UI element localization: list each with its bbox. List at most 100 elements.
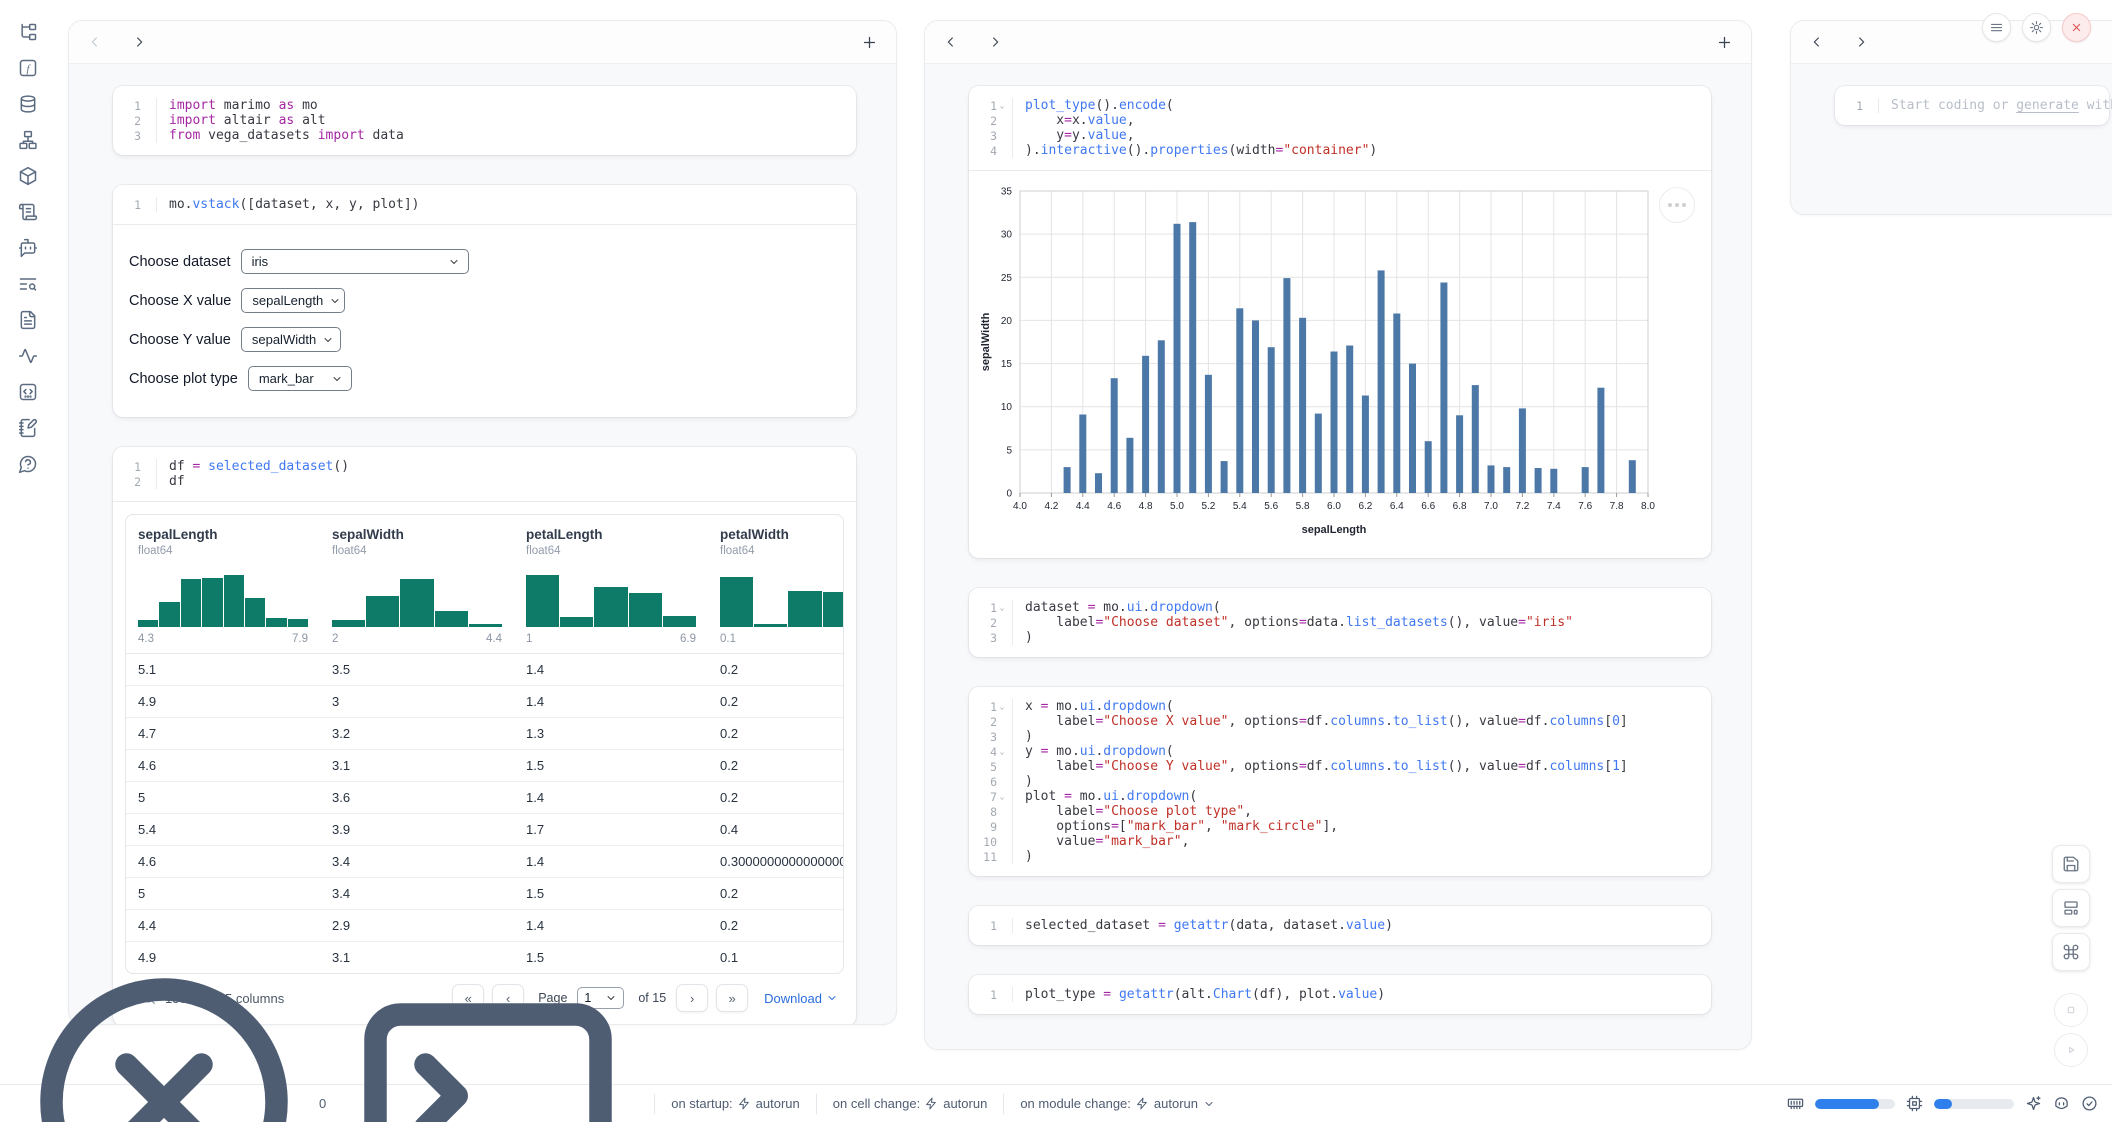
svg-text:sepalLength: sepalLength	[1302, 524, 1367, 536]
next-page-button[interactable]: ›	[676, 984, 708, 1012]
sidebar-item-help-circle[interactable]	[18, 454, 38, 474]
sidebar-item-activity[interactable]	[18, 346, 38, 366]
code-editor[interactable]: 1⌄dataset = mo.ui.dropdown(2 label="Choo…	[969, 588, 1711, 657]
package-icon	[18, 173, 38, 190]
panel-layout-icon	[2062, 899, 2080, 917]
sidebar-item-bot[interactable]	[18, 238, 38, 258]
dropdown-label: Choose Y value	[129, 332, 231, 348]
dropdown-select[interactable]: sepalLength	[241, 288, 345, 313]
ai-sparkles-icon[interactable]	[2025, 1095, 2042, 1112]
svg-text:5: 5	[1006, 445, 1012, 456]
stop-icon	[2063, 1002, 2079, 1018]
page-count: of 15	[638, 991, 666, 1005]
settings-button[interactable]	[2022, 13, 2051, 42]
fold-chevron-icon[interactable]: ⌄	[997, 792, 1007, 801]
line-gutter: 1	[1835, 98, 1879, 113]
svg-text:6.8: 6.8	[1453, 501, 1467, 512]
column-histogram	[138, 571, 308, 627]
chevron-down-icon	[1203, 1098, 1215, 1110]
add-cell-button[interactable]	[1716, 34, 1733, 51]
chart-menu-button[interactable]	[1659, 187, 1695, 223]
sidebar-item-file-text[interactable]	[18, 310, 38, 330]
table-cell: 5	[126, 878, 320, 910]
code-editor[interactable]: 1 Start coding or generate with AI	[1835, 86, 2109, 125]
code-editor[interactable]: 1⌄x = mo.ui.dropdown(2 label="Choose X v…	[969, 687, 1711, 876]
code-editor[interactable]: 1import marimo as mo2import altair as al…	[113, 86, 856, 155]
copilot-icon[interactable]	[2053, 1095, 2070, 1112]
table-cell: 0.2	[708, 910, 844, 942]
stop-button[interactable]	[2054, 993, 2088, 1027]
code-line: 2 label="Choose dataset", options=data.l…	[969, 615, 1711, 630]
cell-output: 051015202530354.04.24.44.64.85.05.25.45.…	[969, 170, 1711, 558]
fold-chevron-icon[interactable]: ⌄	[997, 603, 1007, 612]
code-line: 2 label="Choose X value", options=df.col…	[969, 714, 1711, 729]
code-editor[interactable]: 1plot_type = getattr(alt.Chart(df), plot…	[969, 975, 1711, 1014]
menu-button[interactable]	[1982, 13, 2011, 42]
table-cell: 3	[320, 686, 514, 718]
bar-chart[interactable]: 051015202530354.04.24.44.64.85.05.25.45.…	[969, 175, 1713, 547]
runtime-config-on-module-change[interactable]: on module change:autorun	[1020, 1096, 1215, 1111]
add-cell-button[interactable]	[861, 34, 878, 51]
code-line: 1⌄x = mo.ui.dropdown(	[969, 699, 1711, 714]
save-button[interactable]	[2052, 845, 2090, 883]
fold-chevron-icon[interactable]: ⌄	[997, 702, 1007, 711]
line-gutter: 4⌄	[969, 744, 1013, 759]
activity-icon	[18, 353, 38, 370]
code-editor[interactable]: 1mo.vstack([dataset, x, y, plot])	[113, 185, 856, 224]
download-button[interactable]: Download	[764, 991, 838, 1006]
sidebar-item-text-search[interactable]	[18, 274, 38, 294]
snippets-icon	[18, 389, 38, 406]
sidebar-item-function-square[interactable]: f	[18, 58, 38, 78]
generate-link[interactable]: generate	[2016, 98, 2079, 113]
notebook-column-1: 1import marimo as mo2import altair as al…	[68, 20, 897, 1025]
last-page-button[interactable]: »	[716, 984, 748, 1012]
chevron-right-icon[interactable]	[1853, 34, 1869, 50]
chevron-left-icon[interactable]	[943, 34, 959, 50]
dropdown-select[interactable]: mark_bar	[248, 366, 352, 391]
check-circle-icon[interactable]	[2081, 1095, 2098, 1112]
svg-text:4.2: 4.2	[1044, 501, 1058, 512]
run-button[interactable]	[2054, 1033, 2088, 1067]
chevron-right-icon[interactable]	[131, 34, 147, 50]
line-gutter: 2	[969, 615, 1013, 630]
runtime-config-on-cell-change[interactable]: on cell change:autorun	[833, 1096, 988, 1111]
svg-text:5.2: 5.2	[1201, 501, 1215, 512]
panel-layout-button[interactable]	[2052, 889, 2090, 927]
fold-chevron-icon[interactable]: ⌄	[997, 101, 1007, 110]
error-indicator[interactable]: 0	[14, 952, 326, 1122]
table-row: 4.931.40.2setosa	[126, 686, 844, 718]
sidebar-item-package[interactable]	[18, 166, 38, 186]
table-cell: 3.5	[320, 654, 514, 686]
sidebar-item-database[interactable]	[18, 94, 38, 114]
zap-icon	[925, 1097, 938, 1110]
table-cell: 2.9	[320, 910, 514, 942]
sidebar-item-snippets[interactable]	[18, 382, 38, 402]
code-line: 11)	[969, 849, 1711, 864]
fold-chevron-icon[interactable]: ⌄	[997, 747, 1007, 756]
column-type: float64	[526, 545, 696, 557]
code-line: 10 value="mark_bar",	[969, 834, 1711, 849]
svg-text:4.4: 4.4	[1076, 501, 1090, 512]
command-button[interactable]	[2052, 933, 2090, 971]
chevron-left-icon[interactable]	[1809, 34, 1825, 50]
sidebar-item-workflow[interactable]	[18, 130, 38, 150]
svg-text:5.8: 5.8	[1296, 501, 1310, 512]
sidebar-item-scroll-text[interactable]	[18, 202, 38, 222]
runtime-config-on-startup[interactable]: on startup:autorun	[671, 1096, 800, 1111]
config-label: on module change:	[1020, 1096, 1131, 1111]
dropdown-select[interactable]: sepalWidth	[241, 327, 341, 352]
settings-icon	[2029, 20, 2044, 35]
code-editor[interactable]: 1df = selected_dataset()2df	[113, 447, 856, 501]
terminal-button[interactable]	[338, 952, 638, 1122]
close-button[interactable]	[2062, 13, 2091, 42]
sidebar-item-file-tree[interactable]	[18, 22, 38, 42]
code-editor[interactable]: 1⌄plot_type().encode(2 x=x.value,3 y=y.v…	[969, 86, 1711, 170]
sidebar-item-notebook-pen[interactable]	[18, 418, 38, 438]
code-editor[interactable]: 1selected_dataset = getattr(data, datase…	[969, 906, 1711, 945]
dropdown-select[interactable]: iris	[241, 249, 469, 274]
code-line: 1mo.vstack([dataset, x, y, plot])	[113, 197, 856, 212]
line-gutter: 1⌄	[969, 699, 1013, 714]
terminal-icon	[338, 952, 638, 1122]
chevron-left-icon[interactable]	[87, 34, 103, 50]
chevron-right-icon[interactable]	[987, 34, 1003, 50]
